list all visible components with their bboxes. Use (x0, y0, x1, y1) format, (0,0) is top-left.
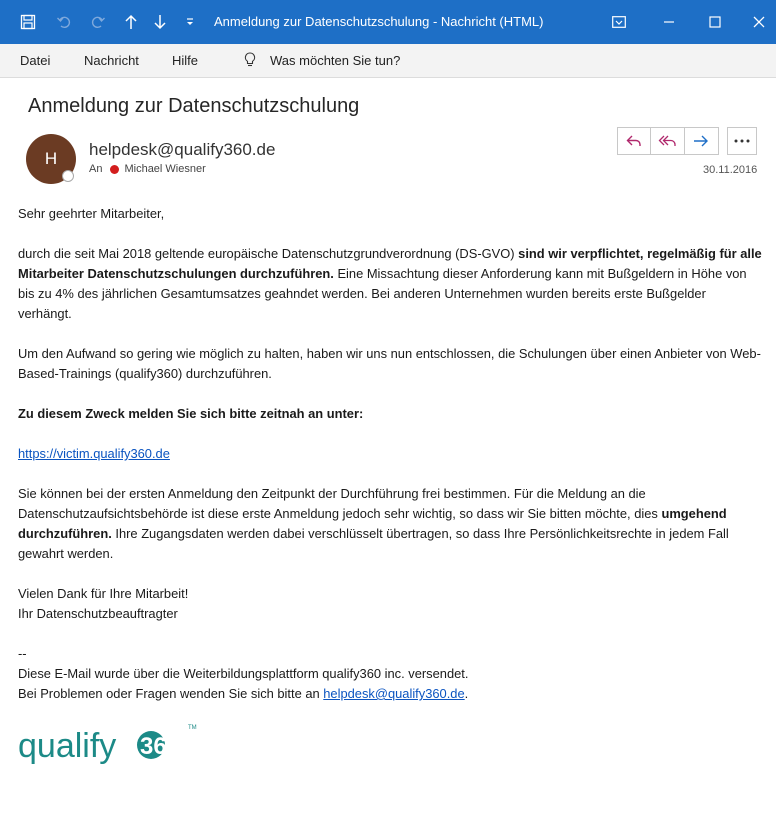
paragraph-4: Sie können bei der ersten Anmeldung den … (18, 486, 729, 561)
presence-status-icon (62, 170, 74, 182)
menu-item-hilfe[interactable]: Hilfe (172, 44, 198, 77)
reply-icon (626, 135, 641, 146)
message-body: Sehr geehrter Mitarbeiter, durch die sei… (18, 204, 763, 704)
forward-icon (694, 135, 709, 147)
signature-line-2: Bei Problemen oder Fragen wenden Sie sic… (18, 686, 469, 701)
title-bar: Anmeldung zur Datenschutzschulung - Nach… (0, 0, 776, 44)
closing-line-2: Ihr Datenschutzbeauftragter (18, 606, 178, 621)
menu-item-datei[interactable]: Datei (20, 44, 50, 77)
recipient-presence-icon (110, 164, 120, 174)
menu-bar: Datei Nachricht Hilfe Was möchten Sie tu… (0, 44, 776, 78)
helpdesk-email-link[interactable]: helpdesk@qualify360.de (323, 686, 464, 701)
next-item-arrow-down-icon[interactable] (149, 0, 171, 44)
registration-link[interactable]: https://victim.qualify360.de (18, 446, 170, 461)
greeting: Sehr geehrter Mitarbeiter, (18, 206, 165, 221)
previous-item-arrow-up-icon[interactable] (120, 0, 142, 44)
message-date: 30.11.2016 (703, 164, 758, 176)
qualify360-logo: qualify 360 TM (18, 725, 197, 765)
sender-address[interactable]: helpdesk@qualify360.de (89, 140, 275, 160)
response-actions (617, 127, 719, 155)
logo-text: qualify (18, 727, 116, 765)
menu-item-nachricht[interactable]: Nachricht (84, 44, 139, 77)
customize-quick-access-icon[interactable] (180, 0, 200, 44)
recipient-row: An Michael Wiesner (89, 163, 206, 175)
reply-button[interactable] (618, 128, 652, 154)
paragraph-1: durch die seit Mai 2018 geltende europäi… (18, 246, 762, 321)
redo-icon[interactable] (86, 0, 110, 44)
minimize-icon[interactable] (652, 0, 686, 44)
signature-separator: -- (18, 646, 27, 661)
ellipsis-icon (734, 139, 750, 143)
paragraph-2: Um den Aufwand so gering wie möglich zu … (18, 346, 761, 381)
reply-all-icon (658, 135, 676, 146)
message-subject: Anmeldung zur Datenschutzschulung (28, 95, 360, 117)
to-label: An (89, 163, 103, 175)
reply-all-button[interactable] (651, 128, 685, 154)
lightbulb-icon (244, 52, 256, 71)
undo-icon[interactable] (52, 0, 76, 44)
tell-me-search[interactable]: Was möchten Sie tun? (270, 44, 400, 77)
paragraph-3: Zu diesem Zweck melden Sie sich bitte ze… (18, 406, 364, 421)
close-icon[interactable] (742, 0, 776, 44)
maximize-icon[interactable] (698, 0, 732, 44)
logo-trademark: TM (188, 725, 197, 731)
more-actions-button[interactable] (727, 127, 757, 155)
forward-button[interactable] (685, 128, 718, 154)
window-title: Anmeldung zur Datenschutzschulung - Nach… (214, 14, 544, 29)
recipient-name[interactable]: Michael Wiesner (124, 163, 205, 175)
closing-line-1: Vielen Dank für Ihre Mitarbeit! (18, 586, 189, 601)
logo-number: 360 (140, 733, 180, 760)
save-icon[interactable] (14, 0, 42, 44)
ribbon-display-options-icon[interactable] (604, 0, 634, 44)
signature-line-1: Diese E-Mail wurde über die Weiterbildun… (18, 666, 469, 681)
